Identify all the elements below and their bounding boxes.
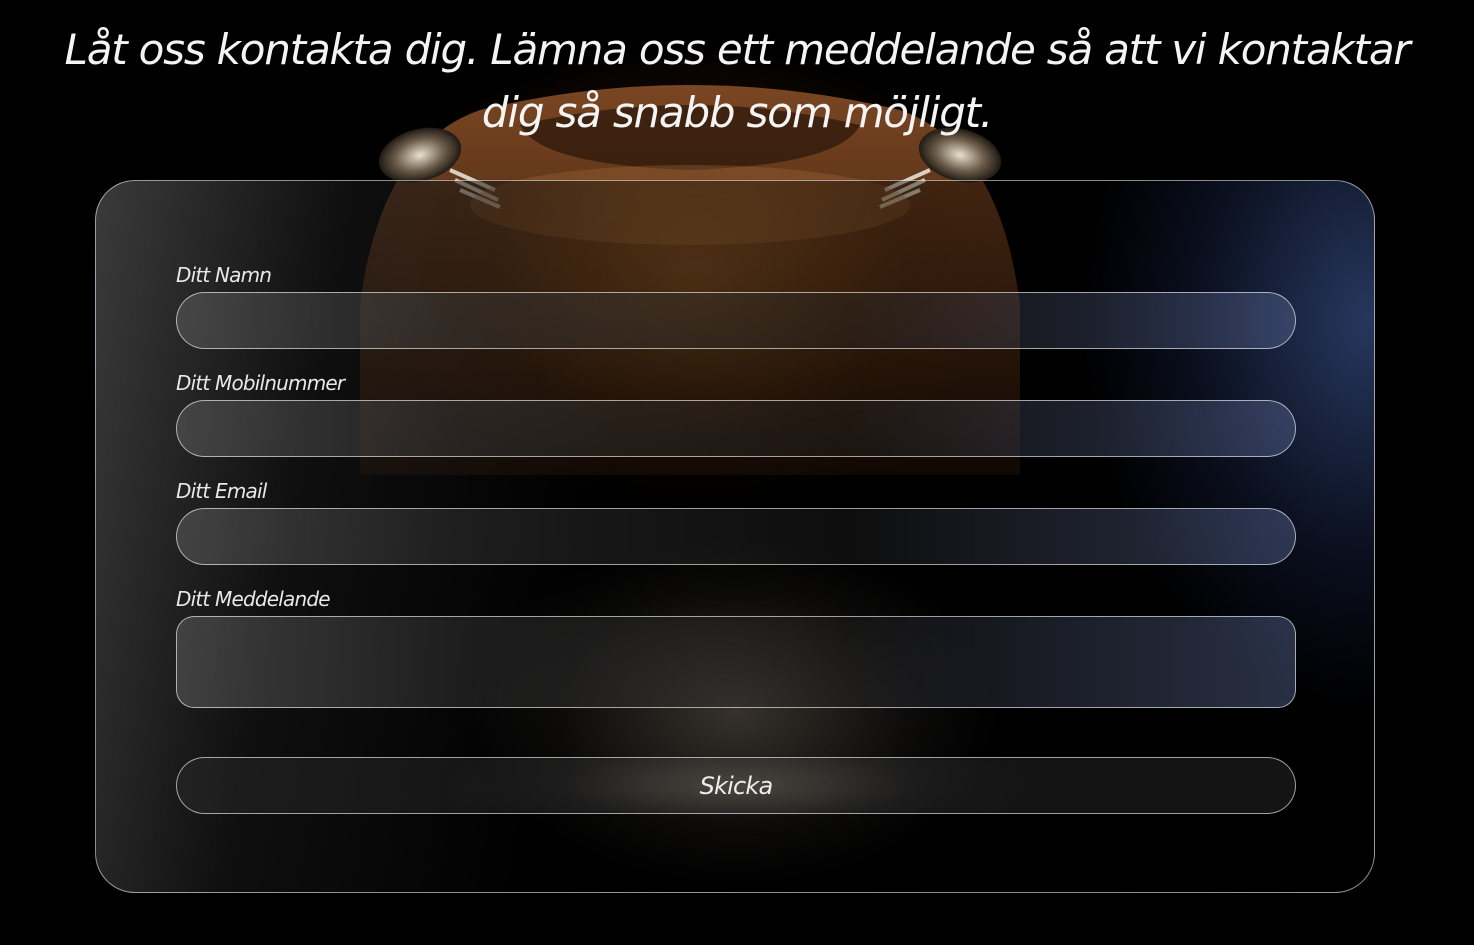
email-label: Ditt Email <box>176 479 267 503</box>
name-input[interactable] <box>176 292 1296 349</box>
phone-input[interactable] <box>176 400 1296 457</box>
page-title: Låt oss kontakta dig. Lämna oss ett medd… <box>64 25 1411 137</box>
submit-button[interactable]: Skicka <box>176 757 1296 814</box>
name-label: Ditt Namn <box>176 263 272 287</box>
phone-label: Ditt Mobilnummer <box>176 371 345 395</box>
email-input[interactable] <box>176 508 1296 565</box>
message-label: Ditt Meddelande <box>176 587 331 611</box>
message-textarea[interactable] <box>176 616 1296 708</box>
contact-form: Ditt Namn Ditt Mobilnummer Ditt Email Di… <box>95 180 1375 893</box>
